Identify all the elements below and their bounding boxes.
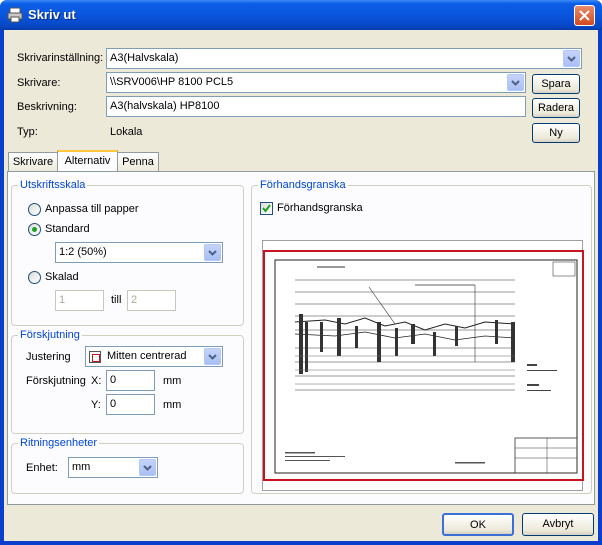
printer-icon (7, 7, 23, 23)
printer-setting-value: A3(Halvskala) (110, 52, 179, 64)
standard-scale-value: 1:2 (50%) (59, 246, 107, 258)
center-align-icon (89, 351, 101, 363)
drawing-thumbnail (274, 259, 578, 474)
unit-value: mm (72, 461, 91, 473)
close-button[interactable] (574, 5, 595, 26)
chevron-down-icon (511, 80, 520, 86)
scale-from-value: 1 (59, 294, 66, 306)
justify-select[interactable]: Mitten centrerad (85, 346, 223, 367)
preview-title: Förhandsgranska (258, 179, 348, 191)
print-scale-title: Utskriftsskala (18, 179, 88, 191)
dropdown-button[interactable] (204, 244, 221, 261)
preview-checkbox[interactable] (260, 202, 273, 215)
offset-label: Förskjutning (26, 375, 86, 387)
tab-printer[interactable]: Skrivare (8, 152, 58, 172)
tab-options[interactable]: Alternativ (57, 150, 118, 173)
chevron-down-icon (567, 56, 576, 62)
chevron-down-icon (143, 465, 152, 471)
offset-x-label: X: (91, 375, 102, 387)
dialog-body: Skrivarinställning: A3(Halvskala) Skriva… (4, 30, 598, 541)
checkmark-icon (262, 204, 271, 213)
save-button[interactable]: Spara (532, 74, 580, 94)
close-icon (579, 10, 590, 21)
offset-y-label: Y: (91, 399, 101, 411)
print-dialog: Skriv ut Skrivarinställning: A3(Halvskal… (0, 0, 602, 545)
preview-area (262, 240, 584, 491)
scale-to-value: 2 (131, 294, 138, 306)
fit-to-paper-label: Anpassa till papper (45, 203, 139, 215)
ok-button[interactable]: OK (442, 513, 514, 536)
offset-y-input[interactable]: 0 (106, 394, 155, 415)
type-value: Lokala (110, 126, 143, 138)
dropdown-button[interactable] (139, 459, 156, 476)
offset-x-unit: mm (163, 375, 182, 387)
window-title: Skriv ut (28, 7, 76, 22)
offset-group: Förskjutning Justering Mitten centrerad … (11, 329, 244, 434)
scale-to-label: till (111, 294, 122, 306)
dropdown-button[interactable] (204, 348, 221, 365)
fit-to-paper-radio[interactable] (28, 203, 41, 216)
justify-value: Mitten centrerad (107, 350, 187, 362)
chevron-down-icon (208, 250, 217, 256)
options-tab-panel: Utskriftsskala Anpassa till papper Stand… (7, 171, 595, 505)
offset-title: Förskjutning (18, 329, 82, 341)
description-value: A3(halvskala) HP8100 (110, 100, 220, 112)
tab-pen[interactable]: Penna (117, 152, 159, 172)
scale-from-input[interactable]: 1 (55, 290, 104, 311)
printer-select[interactable]: \\SRV006\HP 8100 PCL5 (106, 72, 526, 93)
chevron-down-icon (208, 354, 217, 360)
printer-value: \\SRV006\HP 8100 PCL5 (110, 76, 234, 88)
offset-x-value: 0 (110, 374, 117, 386)
preview-group: Förhandsgranska Förhandsgranska (251, 179, 592, 494)
type-label: Typ: (17, 126, 38, 138)
standard-label: Standard (45, 223, 90, 235)
standard-radio[interactable] (28, 223, 41, 236)
printer-label: Skrivare: (17, 77, 61, 89)
standard-scale-select[interactable]: 1:2 (50%) (55, 242, 223, 263)
description-label: Beskrivning: (17, 101, 77, 113)
offset-y-value: 0 (110, 398, 117, 410)
new-button[interactable]: Ny (532, 123, 580, 143)
preview-checkbox-label: Förhandsgranska (277, 202, 363, 214)
justify-label: Justering (26, 351, 71, 363)
scale-to-input[interactable]: 2 (127, 290, 176, 311)
preview-sheet (263, 250, 584, 481)
drawing-units-title: Ritningsenheter (18, 437, 100, 449)
cancel-button[interactable]: Avbryt (522, 513, 594, 536)
scaled-radio[interactable] (28, 271, 41, 284)
dropdown-button[interactable] (563, 50, 580, 67)
drawing-units-group: Ritningsenheter Enhet: mm (11, 437, 244, 494)
delete-button[interactable]: Radera (532, 98, 580, 118)
unit-select[interactable]: mm (68, 457, 158, 478)
printer-setting-select[interactable]: A3(Halvskala) (106, 48, 582, 69)
offset-y-unit: mm (163, 399, 182, 411)
offset-x-input[interactable]: 0 (106, 370, 155, 391)
scaled-label: Skalad (45, 271, 79, 283)
print-scale-group: Utskriftsskala Anpassa till papper Stand… (11, 179, 244, 326)
printer-setting-label: Skrivarinställning: (17, 52, 104, 64)
title-bar[interactable]: Skriv ut (0, 0, 602, 30)
dropdown-button[interactable] (507, 74, 524, 91)
unit-label: Enhet: (26, 462, 58, 474)
description-input[interactable]: A3(halvskala) HP8100 (106, 96, 526, 117)
